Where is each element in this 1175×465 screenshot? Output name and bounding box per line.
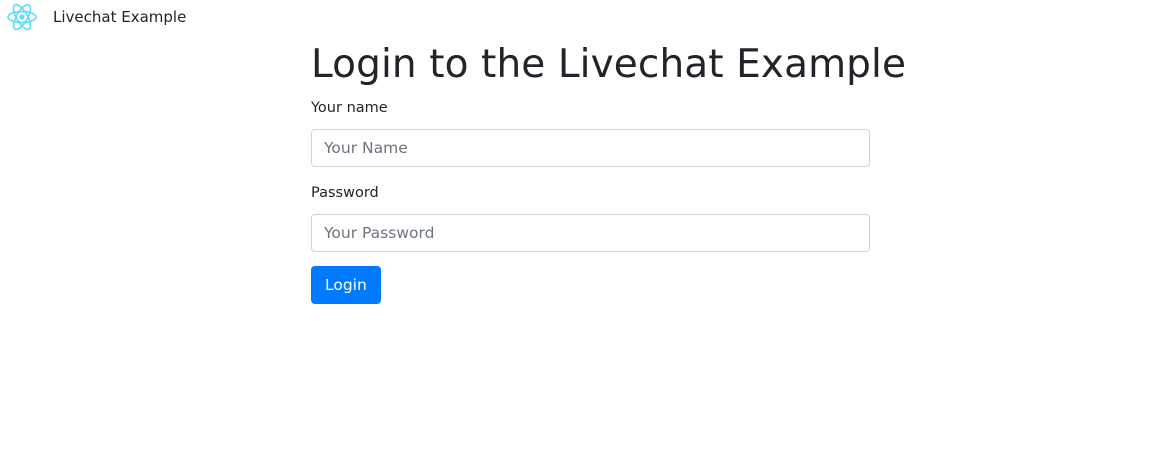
login-container: Login to the Livechat Example Your name … [311,38,907,304]
login-button[interactable]: Login [311,266,381,304]
name-label: Your name [311,100,388,116]
password-form-group: Password [311,183,870,252]
name-form-group: Your name [311,98,870,167]
react-atom-icon [6,2,38,32]
password-input[interactable] [311,214,870,252]
page-title: Login to the Livechat Example [311,42,907,87]
name-input[interactable] [311,129,870,167]
navbar: Livechat Example [0,0,1175,34]
password-label: Password [311,185,379,201]
brand-label[interactable]: Livechat Example [53,7,186,27]
